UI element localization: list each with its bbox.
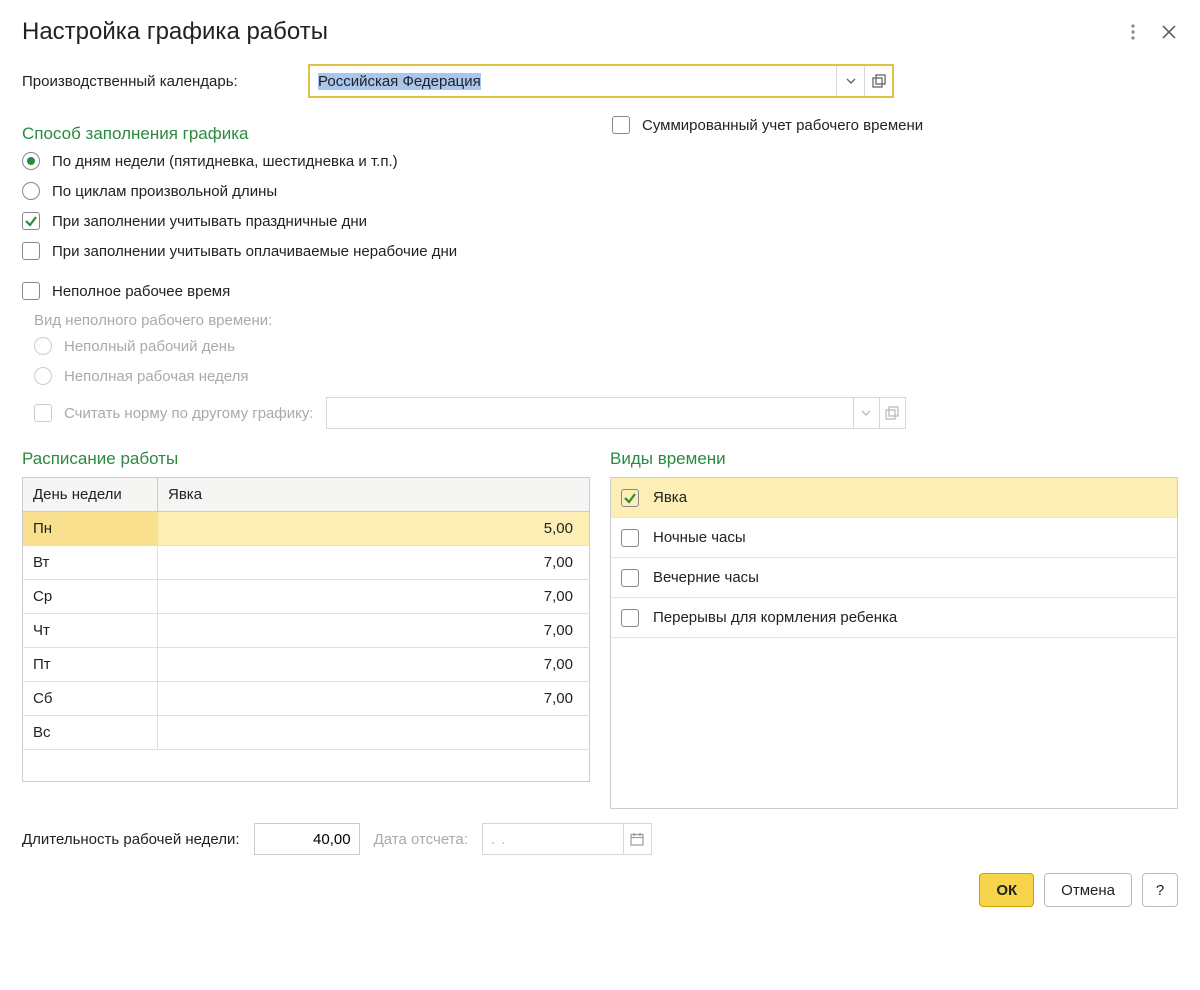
time-type-label: Ночные часы <box>653 529 746 546</box>
radio-part-week <box>34 367 52 385</box>
calendar-select[interactable]: Российская Федерация <box>308 64 894 98</box>
checkbox-part-time-label: Неполное рабочее время <box>52 283 230 300</box>
day-cell: Чт <box>23 614 158 648</box>
time-types-title: Виды времени <box>610 449 1178 469</box>
table-row[interactable]: Ср 7,00 <box>23 580 590 614</box>
start-date-label: Дата отсчета: <box>374 831 468 848</box>
time-type-label: Вечерние часы <box>653 569 759 586</box>
close-icon[interactable] <box>1160 23 1178 41</box>
day-cell: Вт <box>23 546 158 580</box>
day-cell: Пт <box>23 648 158 682</box>
day-cell: Сб <box>23 682 158 716</box>
schedule-title: Расписание работы <box>22 449 590 469</box>
schedule-table[interactable]: День недели Явка Пн 5,00 Вт 7,00 Ср 7,00 <box>22 477 590 782</box>
day-cell: Вс <box>23 716 158 750</box>
fill-method-title: Способ заполнения графика <box>22 124 582 144</box>
value-cell[interactable]: 7,00 <box>158 648 590 682</box>
radio-by-weekdays[interactable] <box>22 152 40 170</box>
table-row[interactable]: Пн 5,00 <box>23 512 590 546</box>
list-item[interactable]: Ночные часы <box>611 518 1177 558</box>
checkbox-norm-other-label: Считать норму по другому графику: <box>64 405 314 422</box>
radio-part-day <box>34 337 52 355</box>
radio-by-cycles-label: По циклам произвольной длины <box>52 183 277 200</box>
week-duration-label: Длительность рабочей недели: <box>22 831 240 848</box>
radio-by-cycles[interactable] <box>22 182 40 200</box>
cancel-button[interactable]: Отмена <box>1044 873 1132 907</box>
radio-part-week-label: Неполная рабочая неделя <box>64 368 248 385</box>
start-date-value: . . <box>483 831 623 848</box>
radio-part-day-label: Неполный рабочий день <box>64 338 235 355</box>
start-date-input: . . <box>482 823 652 855</box>
value-cell[interactable]: 7,00 <box>158 580 590 614</box>
calendar-value: Российская Федерация <box>318 73 481 90</box>
checkbox-holidays[interactable] <box>22 212 40 230</box>
value-cell[interactable] <box>158 716 590 750</box>
week-duration-input[interactable] <box>254 823 360 855</box>
list-item[interactable]: Перерывы для кормления ребенка <box>611 598 1177 638</box>
table-row[interactable]: Сб 7,00 <box>23 682 590 716</box>
day-cell: Пн <box>23 512 158 546</box>
chevron-down-icon[interactable] <box>836 66 864 96</box>
list-item[interactable]: Вечерние часы <box>611 558 1177 598</box>
part-time-type-label: Вид неполного рабочего времени: <box>34 312 1178 329</box>
list-item[interactable]: Явка <box>611 478 1177 518</box>
value-cell[interactable]: 7,00 <box>158 682 590 716</box>
checkbox-time-type[interactable] <box>621 529 639 547</box>
time-type-label: Перерывы для кормления ребенка <box>653 609 897 626</box>
value-cell[interactable]: 5,00 <box>158 512 590 546</box>
checkbox-paid-nonwork-label: При заполнении учитывать оплачиваемые не… <box>52 243 457 260</box>
time-types-list[interactable]: Явка Ночные часы Вечерние часы Перерывы … <box>610 477 1178 809</box>
day-cell: Ср <box>23 580 158 614</box>
table-row[interactable]: Вс <box>23 716 590 750</box>
col-attendance[interactable]: Явка <box>158 478 590 512</box>
table-row[interactable]: Чт 7,00 <box>23 614 590 648</box>
value-cell[interactable]: 7,00 <box>158 614 590 648</box>
checkbox-part-time[interactable] <box>22 282 40 300</box>
more-icon[interactable] <box>1124 23 1142 41</box>
page-title: Настройка графика работы <box>22 18 328 46</box>
value-cell[interactable]: 7,00 <box>158 546 590 580</box>
ok-button[interactable]: ОК <box>979 873 1034 907</box>
time-type-label: Явка <box>653 489 687 506</box>
help-button[interactable]: ? <box>1142 873 1178 907</box>
radio-by-weekdays-label: По дням недели (пятидневка, шестидневка … <box>52 153 398 170</box>
calendar-label: Производственный календарь: <box>22 73 292 90</box>
checkbox-summarized[interactable] <box>612 116 630 134</box>
col-day[interactable]: День недели <box>23 478 158 512</box>
checkbox-time-type[interactable] <box>621 569 639 587</box>
open-icon[interactable] <box>864 66 892 96</box>
checkbox-norm-other <box>34 404 52 422</box>
checkbox-paid-nonwork[interactable] <box>22 242 40 260</box>
checkbox-holidays-label: При заполнении учитывать праздничные дни <box>52 213 367 230</box>
table-row[interactable]: Вт 7,00 <box>23 546 590 580</box>
checkbox-summarized-label: Суммированный учет рабочего времени <box>642 117 923 134</box>
calendar-icon <box>623 824 651 854</box>
open-icon <box>879 398 905 428</box>
table-row[interactable]: Пт 7,00 <box>23 648 590 682</box>
norm-other-select <box>326 397 906 429</box>
checkbox-time-type[interactable] <box>621 489 639 507</box>
checkbox-time-type[interactable] <box>621 609 639 627</box>
chevron-down-icon <box>853 398 879 428</box>
